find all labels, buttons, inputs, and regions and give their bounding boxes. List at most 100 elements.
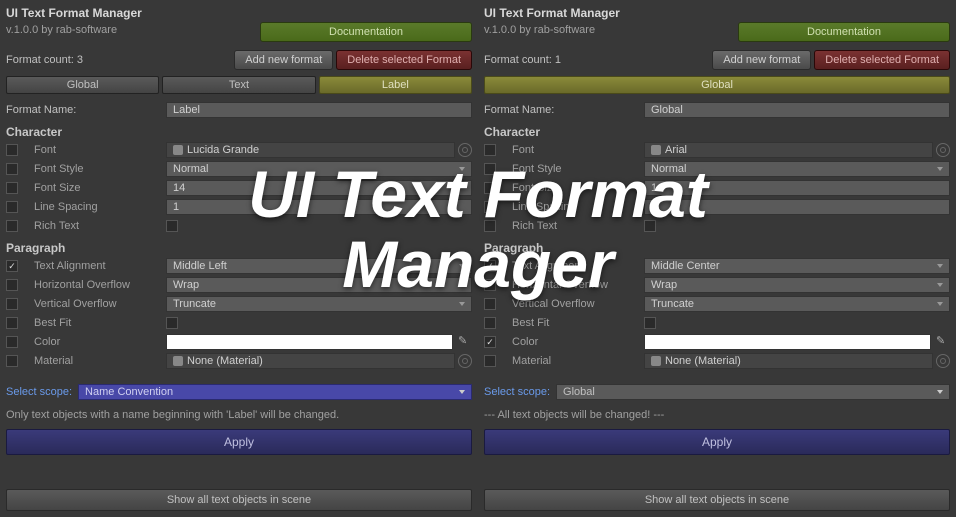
text-align-dropdown[interactable]: Middle Left — [166, 258, 472, 274]
font-style-dropdown[interactable]: Normal — [644, 161, 950, 177]
best-fit-checkbox[interactable] — [6, 317, 18, 329]
material-checkbox[interactable] — [484, 355, 496, 367]
format-tabs: Global — [484, 76, 950, 94]
font-checkbox[interactable] — [6, 144, 18, 156]
h-overflow-checkbox[interactable] — [6, 279, 18, 291]
font-field[interactable]: Lucida Grande — [166, 142, 455, 158]
best-fit-toggle[interactable] — [166, 317, 178, 329]
documentation-button[interactable]: Documentation — [738, 22, 950, 42]
font-asset-icon — [651, 145, 661, 155]
h-overflow-dropdown[interactable]: Wrap — [166, 277, 472, 293]
font-size-input[interactable]: 14 — [166, 180, 472, 196]
line-spacing-checkbox[interactable] — [6, 201, 18, 213]
documentation-button[interactable]: Documentation — [260, 22, 472, 42]
font-checkbox[interactable] — [484, 144, 496, 156]
font-size-input[interactable]: 14 — [644, 180, 950, 196]
color-label: Color — [504, 336, 644, 348]
color-swatch[interactable] — [166, 334, 453, 350]
apply-button[interactable]: Apply — [484, 429, 950, 455]
font-field[interactable]: Arial — [644, 142, 933, 158]
scope-dropdown[interactable]: Name Convention — [78, 384, 472, 400]
scope-dropdown[interactable]: Global — [556, 384, 950, 400]
tab-global[interactable]: Global — [484, 76, 950, 94]
font-style-checkbox[interactable] — [484, 163, 496, 175]
v-overflow-checkbox[interactable] — [6, 298, 18, 310]
best-fit-toggle[interactable] — [644, 317, 656, 329]
scope-label: Select scope: — [6, 386, 72, 398]
color-checkbox[interactable] — [6, 336, 18, 348]
font-style-label: Font Style — [504, 163, 644, 175]
text-align-checkbox[interactable] — [6, 260, 18, 272]
best-fit-label: Best Fit — [26, 317, 166, 329]
material-label: Material — [504, 355, 644, 367]
text-align-label: Text Alignment — [26, 260, 166, 272]
left-panel: UI Text Format Manager v.1.0.0 by rab-so… — [0, 0, 478, 517]
show-all-button[interactable]: Show all text objects in scene — [6, 489, 472, 511]
font-asset-icon — [173, 145, 183, 155]
delete-format-button[interactable]: Delete selected Format — [814, 50, 950, 70]
v-overflow-checkbox[interactable] — [484, 298, 496, 310]
section-character: Character — [484, 125, 950, 139]
format-tabs: Global Text Label — [6, 76, 472, 94]
font-picker-icon[interactable] — [936, 143, 950, 157]
best-fit-checkbox[interactable] — [484, 317, 496, 329]
v-overflow-dropdown[interactable]: Truncate — [644, 296, 950, 312]
version-text: v.1.0.0 by rab-software — [484, 24, 620, 36]
format-name-input[interactable]: Global — [644, 102, 950, 118]
line-spacing-input[interactable]: 1 — [166, 199, 472, 215]
material-field[interactable]: None (Material) — [644, 353, 933, 369]
eyedropper-icon[interactable] — [934, 334, 950, 350]
font-picker-icon[interactable] — [458, 143, 472, 157]
panel-title: UI Text Format Manager — [6, 6, 142, 20]
font-style-checkbox[interactable] — [6, 163, 18, 175]
color-checkbox[interactable] — [484, 336, 496, 348]
tab-label[interactable]: Label — [319, 76, 472, 94]
material-picker-icon[interactable] — [458, 354, 472, 368]
h-overflow-checkbox[interactable] — [484, 279, 496, 291]
scope-label: Select scope: — [484, 386, 550, 398]
material-picker-icon[interactable] — [936, 354, 950, 368]
rich-text-checkbox[interactable] — [484, 220, 496, 232]
font-style-dropdown[interactable]: Normal — [166, 161, 472, 177]
rich-text-toggle[interactable] — [644, 220, 656, 232]
version-text: v.1.0.0 by rab-software — [6, 24, 142, 36]
add-format-button[interactable]: Add new format — [712, 50, 811, 70]
material-asset-icon — [173, 356, 183, 366]
line-spacing-label: Line Spacing — [504, 201, 644, 213]
material-field[interactable]: None (Material) — [166, 353, 455, 369]
add-format-button[interactable]: Add new format — [234, 50, 333, 70]
panel-title: UI Text Format Manager — [484, 6, 620, 20]
eyedropper-icon[interactable] — [456, 334, 472, 350]
h-overflow-label: Horizontal Overflow — [26, 279, 166, 291]
color-swatch[interactable] — [644, 334, 931, 350]
tab-global[interactable]: Global — [6, 76, 159, 94]
show-all-button[interactable]: Show all text objects in scene — [484, 489, 950, 511]
v-overflow-dropdown[interactable]: Truncate — [166, 296, 472, 312]
text-align-label: Text Alignment — [504, 260, 644, 272]
rich-text-checkbox[interactable] — [6, 220, 18, 232]
font-size-checkbox[interactable] — [484, 182, 496, 194]
delete-format-button[interactable]: Delete selected Format — [336, 50, 472, 70]
line-spacing-input[interactable]: 1 — [644, 199, 950, 215]
apply-button[interactable]: Apply — [6, 429, 472, 455]
material-label: Material — [26, 355, 166, 367]
format-name-input[interactable]: Label — [166, 102, 472, 118]
material-checkbox[interactable] — [6, 355, 18, 367]
section-paragraph: Paragraph — [6, 241, 472, 255]
scope-info: Only text objects with a name beginning … — [6, 409, 472, 421]
line-spacing-checkbox[interactable] — [484, 201, 496, 213]
font-size-label: Font Size — [504, 182, 644, 194]
material-asset-icon — [651, 356, 661, 366]
font-size-checkbox[interactable] — [6, 182, 18, 194]
format-name-label: Format Name: — [6, 104, 166, 116]
format-name-label: Format Name: — [484, 104, 644, 116]
rich-text-toggle[interactable] — [166, 220, 178, 232]
v-overflow-label: Vertical Overflow — [26, 298, 166, 310]
tab-text[interactable]: Text — [162, 76, 315, 94]
text-align-dropdown[interactable]: Middle Center — [644, 258, 950, 274]
v-overflow-label: Vertical Overflow — [504, 298, 644, 310]
text-align-checkbox[interactable] — [484, 260, 496, 272]
h-overflow-dropdown[interactable]: Wrap — [644, 277, 950, 293]
format-count: Format count: 3 — [6, 54, 83, 66]
font-style-label: Font Style — [26, 163, 166, 175]
